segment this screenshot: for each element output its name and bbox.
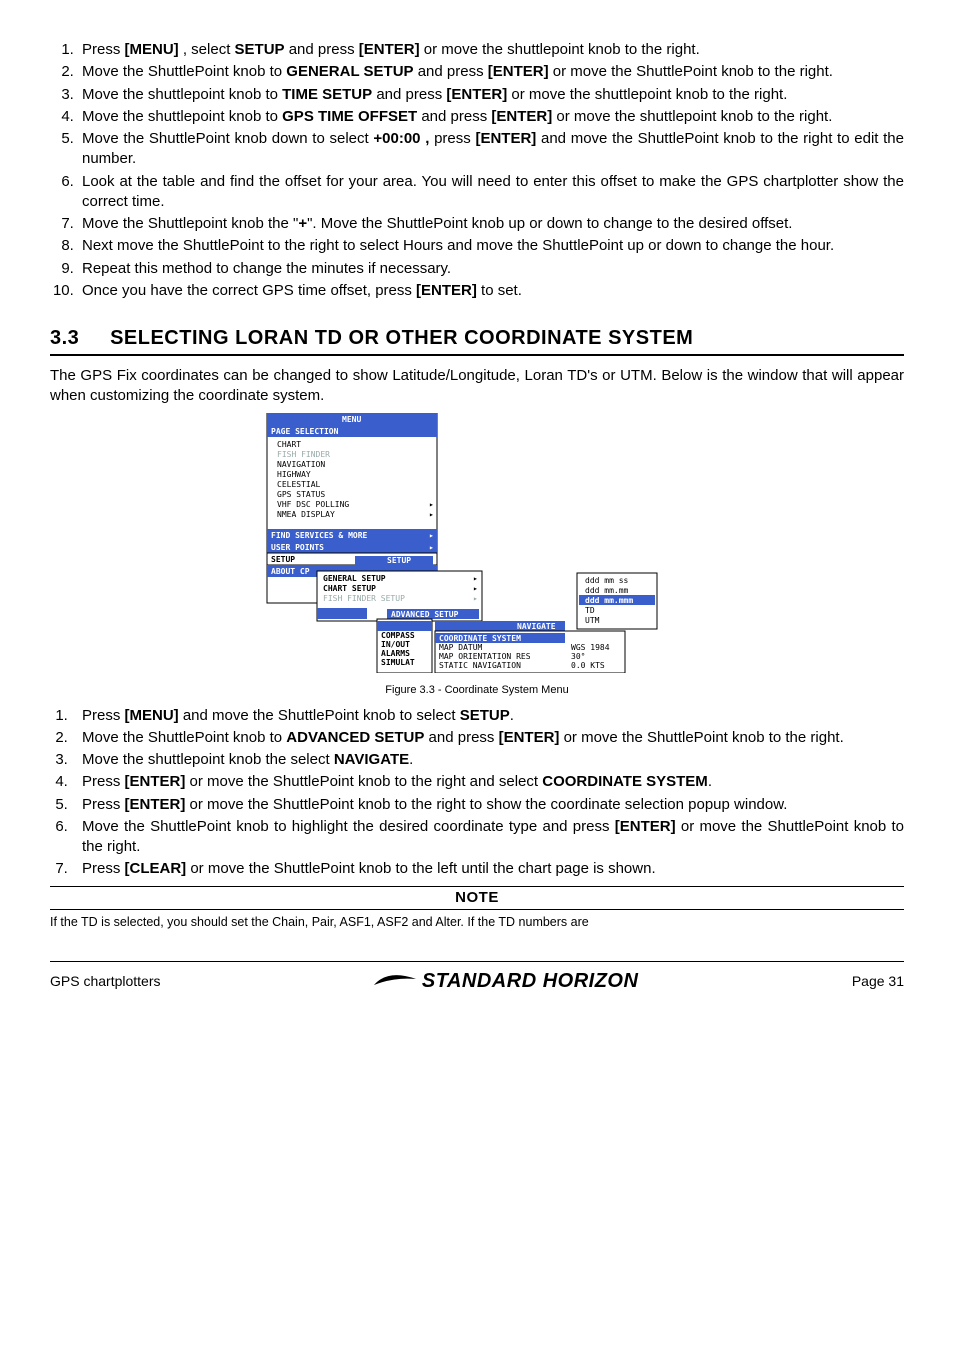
svg-text:STATIC NAVIGATION: STATIC NAVIGATION <box>439 661 521 670</box>
svg-text:PAGE SELECTION: PAGE SELECTION <box>271 427 339 436</box>
svg-text:CHART: CHART <box>277 440 301 449</box>
svg-text:SETUP: SETUP <box>387 556 411 565</box>
svg-text:ADVANCED SETUP: ADVANCED SETUP <box>391 610 459 619</box>
step-item: Press [MENU] , select SETUP and press [E… <box>78 40 904 60</box>
svg-text:VHF DSC POLLING: VHF DSC POLLING <box>277 500 349 509</box>
svg-text:COMPASS: COMPASS <box>381 631 415 640</box>
svg-text:ddd mm ss: ddd mm ss <box>585 576 629 585</box>
step-item: Press [CLEAR] or move the ShuttlePoint k… <box>72 859 904 879</box>
svg-text:▸: ▸ <box>473 594 478 603</box>
svg-text:MAP ORIENTATION RES: MAP ORIENTATION RES <box>439 652 531 661</box>
svg-text:TD: TD <box>585 606 595 615</box>
step-item: Press [ENTER] or move the ShuttlePoint k… <box>72 772 904 792</box>
svg-text:SIMULAT: SIMULAT <box>381 658 415 667</box>
svg-text:ABOUT CP: ABOUT CP <box>271 567 310 576</box>
section-intro: The GPS Fix coordinates can be changed t… <box>50 366 904 407</box>
svg-text:▸: ▸ <box>473 584 478 593</box>
note-body: If the TD is selected, you should set th… <box>50 914 904 931</box>
svg-text:COORDINATE SYSTEM: COORDINATE SYSTEM <box>439 634 521 643</box>
step-item: Move the shuttlepoint knob to TIME SETUP… <box>78 85 904 105</box>
page-footer: GPS chartplotters STANDARD HORIZON Page … <box>50 961 904 995</box>
svg-text:IN/OUT: IN/OUT <box>381 640 410 649</box>
step-item: Next move the ShuttlePoint to the right … <box>78 236 904 256</box>
svg-text:▸: ▸ <box>429 531 434 540</box>
step-item: Look at the table and find the offset fo… <box>78 172 904 213</box>
svg-text:USER POINTS: USER POINTS <box>271 543 324 552</box>
step-item: Move the Shuttlepoint knob the "+". Move… <box>78 214 904 234</box>
svg-text:UTM: UTM <box>585 616 600 625</box>
section-number: 3.3 <box>50 325 104 352</box>
step-item: Move the ShuttlePoint knob down to selec… <box>78 129 904 170</box>
footer-right: Page 31 <box>852 972 904 991</box>
step-item: Move the ShuttlePoint knob to GENERAL SE… <box>78 62 904 82</box>
svg-text:▸: ▸ <box>429 510 434 519</box>
step-item: Move the ShuttlePoint knob to highlight … <box>72 817 904 858</box>
step-item: Repeat this method to change the minutes… <box>78 259 904 279</box>
note-heading: NOTE <box>50 886 904 910</box>
svg-text:▸: ▸ <box>429 543 434 552</box>
svg-text:30°: 30° <box>571 652 585 661</box>
svg-text:NAVIGATE: NAVIGATE <box>517 622 556 631</box>
footer-left: GPS chartplotters <box>50 972 161 991</box>
svg-text:▸: ▸ <box>429 500 434 509</box>
svg-text:MAP DATUM: MAP DATUM <box>439 643 483 652</box>
step-item: Move the shuttlepoint knob to GPS TIME O… <box>78 107 904 127</box>
svg-text:CHART SETUP: CHART SETUP <box>323 584 376 593</box>
svg-text:ddd mm.mm: ddd mm.mm <box>585 586 629 595</box>
svg-text:HIGHWAY: HIGHWAY <box>277 470 311 479</box>
svg-text:FIND SERVICES & MORE: FIND SERVICES & MORE <box>271 531 368 540</box>
section-heading: 3.3 SELECTING LORAN TD OR OTHER COORDINA… <box>50 325 904 356</box>
svg-text:▸: ▸ <box>473 574 478 583</box>
steps-top: Press [MENU] , select SETUP and press [E… <box>50 40 904 301</box>
coordinate-system-menu-svg: .t { font-family: monospace; font-size: … <box>247 413 707 673</box>
footer-brand: STANDARD HORIZON <box>374 968 639 995</box>
svg-text:NAVIGATION: NAVIGATION <box>277 460 325 469</box>
step-item: Press [MENU] and move the ShuttlePoint k… <box>72 706 904 726</box>
svg-text:ALARMS: ALARMS <box>381 649 410 658</box>
svg-text:ddd mm.mmm: ddd mm.mmm <box>571 634 619 643</box>
svg-text:GPS STATUS: GPS STATUS <box>277 490 325 499</box>
svg-text:CELESTIAL: CELESTIAL <box>277 480 321 489</box>
svg-text:MENU: MENU <box>342 415 361 424</box>
step-item: Press [ENTER] or move the ShuttlePoint k… <box>72 795 904 815</box>
step-item: Move the ShuttlePoint knob to ADVANCED S… <box>72 728 904 748</box>
step-item: Move the shuttlepoint knob the select NA… <box>72 750 904 770</box>
steps-bottom: Press [MENU] and move the ShuttlePoint k… <box>50 706 904 880</box>
svg-text:NMEA DISPLAY: NMEA DISPLAY <box>277 510 335 519</box>
figure: .t { font-family: monospace; font-size: … <box>50 413 904 698</box>
figure-caption: Figure 3.3 - Coordinate System Menu <box>50 683 904 698</box>
section-title: SELECTING LORAN TD OR OTHER COORDINATE S… <box>110 327 693 349</box>
svg-text:SETUP: SETUP <box>271 555 295 564</box>
step-item: Once you have the correct GPS time offse… <box>78 281 904 301</box>
svg-text:GENERAL SETUP: GENERAL SETUP <box>323 574 386 583</box>
svg-text:FISH FINDER: FISH FINDER <box>277 450 330 459</box>
svg-text:0.0 KTS: 0.0 KTS <box>571 661 605 670</box>
svg-text:WGS 1984: WGS 1984 <box>571 643 610 652</box>
svg-text:FISH FINDER SETUP: FISH FINDER SETUP <box>323 594 405 603</box>
svg-text:ddd mm.mmm: ddd mm.mmm <box>585 596 633 605</box>
swoosh-icon <box>374 973 416 989</box>
